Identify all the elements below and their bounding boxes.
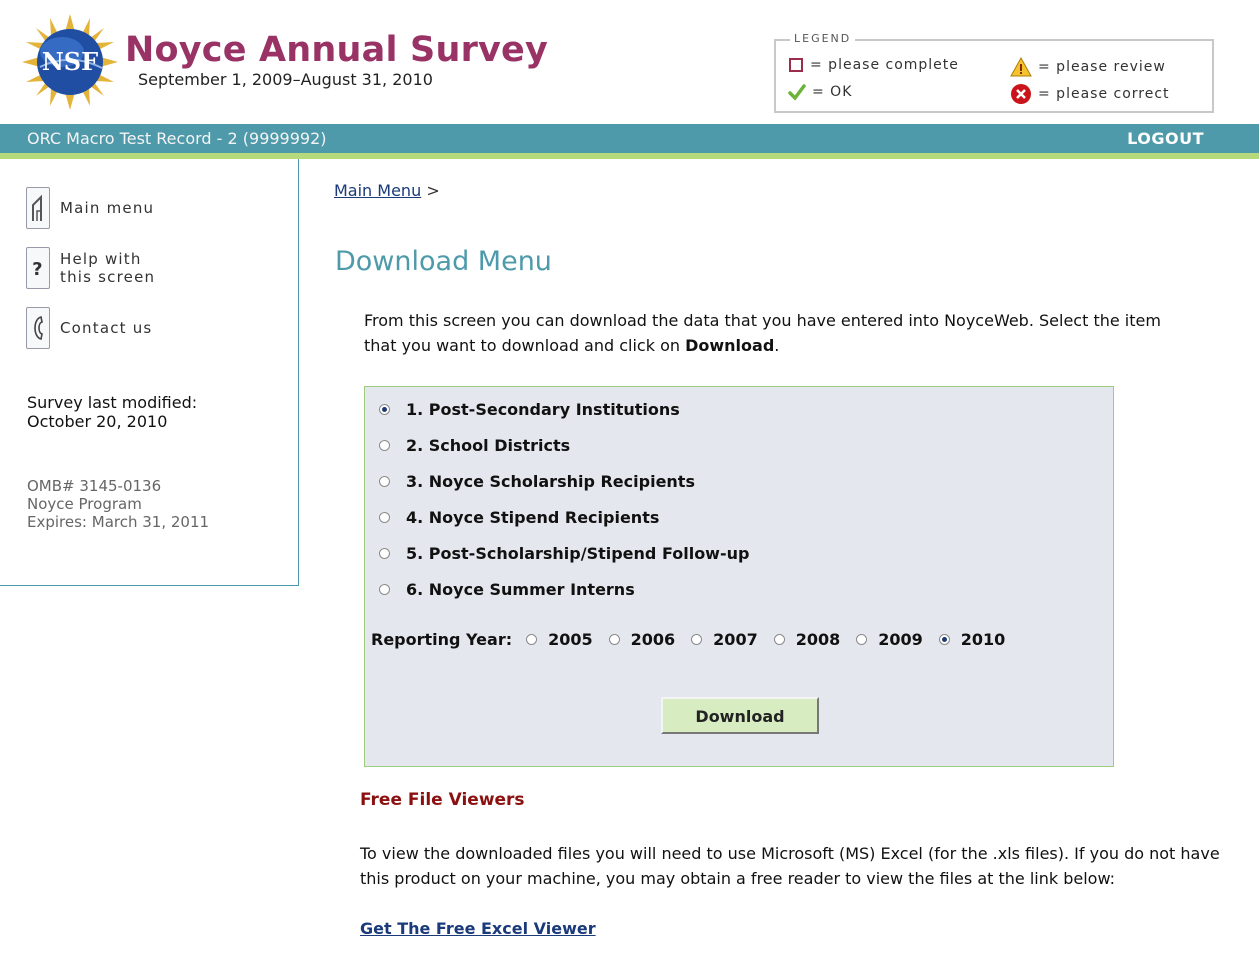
sidebar-item-contact[interactable]: Contact us	[26, 307, 152, 349]
radio-button[interactable]	[856, 634, 868, 645]
breadcrumb-main-menu-link[interactable]: Main Menu	[334, 181, 421, 200]
radio-button[interactable]	[379, 512, 390, 523]
checkmark-icon	[788, 84, 806, 101]
app-title: Noyce Annual Survey	[125, 30, 549, 70]
survey-period: September 1, 2009–August 31, 2010	[138, 70, 433, 89]
warning-icon	[1010, 57, 1032, 77]
sidebar-item-help[interactable]: ? Help with this screen	[26, 247, 155, 289]
help-label-line2: this screen	[60, 268, 156, 286]
modified-date: October 20, 2010	[27, 412, 168, 431]
home-icon	[26, 187, 50, 229]
record-name: ORC Macro Test Record - 2 (9999992)	[27, 129, 327, 148]
omb-number: OMB# 3145-0136	[27, 477, 162, 495]
sidebar-item-label: Main menu	[60, 199, 155, 217]
intro-text: From this screen you can download the da…	[364, 308, 1194, 358]
option-label: 4. Noyce Stipend Recipients	[406, 508, 660, 527]
last-modified: Survey last modified: October 20, 2010	[27, 393, 197, 431]
year-option-2009[interactable]: 2009	[856, 630, 923, 649]
legend-label: = please correct	[1038, 86, 1170, 102]
help-icon: ?	[26, 247, 50, 289]
status-legend: LEGEND = please complete = please review…	[774, 32, 1214, 113]
empty-square-icon	[789, 58, 803, 72]
option-scholarship-recipients[interactable]: 3. Noyce Scholarship Recipients	[379, 472, 695, 491]
modified-label: Survey last modified:	[27, 393, 198, 412]
legend-item-correct: = please correct	[1010, 83, 1170, 105]
legend-item-complete: = please complete	[788, 57, 959, 73]
free-viewers-heading: Free File Viewers	[360, 790, 525, 810]
help-label-line1: Help with	[60, 250, 142, 268]
sidebar: Main menu ? Help with this screen Contac…	[0, 159, 299, 586]
radio-button[interactable]	[773, 634, 785, 645]
option-post-secondary[interactable]: 1. Post-Secondary Institutions	[379, 400, 680, 419]
program-name: Noyce Program	[27, 495, 142, 513]
record-bar: ORC Macro Test Record - 2 (9999992) LOGO…	[0, 124, 1259, 153]
nsf-logo: NSF	[20, 12, 120, 112]
radio-button[interactable]	[379, 584, 390, 595]
omb-info: OMB# 3145-0136 Noyce Program Expires: Ma…	[27, 477, 209, 531]
legend-label: = please review	[1038, 59, 1166, 75]
option-label: 3. Noyce Scholarship Recipients	[406, 472, 695, 491]
breadcrumb: Main Menu >	[334, 181, 440, 200]
radio-button[interactable]	[379, 404, 390, 415]
reporting-year-label: Reporting Year:	[371, 630, 513, 649]
legend-label: = OK	[812, 84, 853, 100]
download-panel: 1. Post-Secondary Institutions 2. School…	[364, 386, 1114, 767]
legend-label: = please complete	[810, 57, 959, 73]
year-label: 2010	[960, 630, 1006, 649]
year-label: 2008	[795, 630, 841, 649]
viewers-description: To view the downloaded files you will ne…	[360, 844, 1220, 888]
option-school-districts[interactable]: 2. School Districts	[379, 436, 570, 455]
radio-button[interactable]	[938, 634, 950, 645]
year-option-2007[interactable]: 2007	[691, 630, 758, 649]
legend-item-ok: = OK	[788, 83, 852, 101]
intro-bold: Download	[685, 336, 775, 355]
phone-icon	[26, 307, 50, 349]
legend-item-review: = please review	[1010, 57, 1166, 77]
logout-link[interactable]: LOGOUT	[1127, 129, 1204, 148]
expiration: Expires: March 31, 2011	[27, 513, 210, 531]
sidebar-item-label: Help with this screen	[60, 250, 155, 286]
breadcrumb-separator: >	[426, 181, 440, 200]
svg-text:NSF: NSF	[42, 47, 98, 76]
radio-button[interactable]	[379, 476, 390, 487]
radio-button[interactable]	[379, 440, 390, 451]
sidebar-item-label: Contact us	[60, 319, 153, 337]
page-header: NSF Noyce Annual Survey September 1, 200…	[0, 0, 1259, 124]
option-summer-interns[interactable]: 6. Noyce Summer Interns	[379, 580, 635, 599]
excel-viewer-link[interactable]: Get The Free Excel Viewer	[360, 919, 596, 938]
year-label: 2006	[630, 630, 676, 649]
year-option-2005[interactable]: 2005	[526, 630, 593, 649]
option-label: 2. School Districts	[406, 436, 571, 455]
radio-button[interactable]	[608, 634, 620, 645]
radio-button[interactable]	[526, 634, 538, 645]
error-icon	[1011, 84, 1031, 104]
page-title: Download Menu	[335, 246, 552, 277]
svg-text:?: ?	[32, 259, 44, 280]
year-option-2008[interactable]: 2008	[773, 630, 841, 649]
year-label: 2007	[713, 630, 758, 649]
reporting-year-row: Reporting Year: 2005 2006 2007 2008 2009…	[371, 630, 1021, 649]
option-label: 5. Post-Scholarship/Stipend Follow-up	[406, 544, 750, 563]
option-follow-up[interactable]: 5. Post-Scholarship/Stipend Follow-up	[379, 544, 749, 563]
download-button[interactable]: Download	[661, 697, 819, 734]
radio-button[interactable]	[691, 634, 703, 645]
option-label: 1. Post-Secondary Institutions	[406, 400, 680, 419]
year-label: 2009	[878, 630, 923, 649]
legend-title: LEGEND	[790, 32, 856, 45]
intro-suffix: .	[774, 336, 780, 355]
year-option-2010[interactable]: 2010	[938, 630, 1006, 649]
sidebar-item-main-menu[interactable]: Main menu	[26, 187, 154, 229]
year-label: 2005	[548, 630, 593, 649]
option-label: 6. Noyce Summer Interns	[406, 580, 635, 599]
option-stipend-recipients[interactable]: 4. Noyce Stipend Recipients	[379, 508, 659, 527]
year-option-2006[interactable]: 2006	[608, 630, 676, 649]
radio-button[interactable]	[379, 548, 390, 559]
